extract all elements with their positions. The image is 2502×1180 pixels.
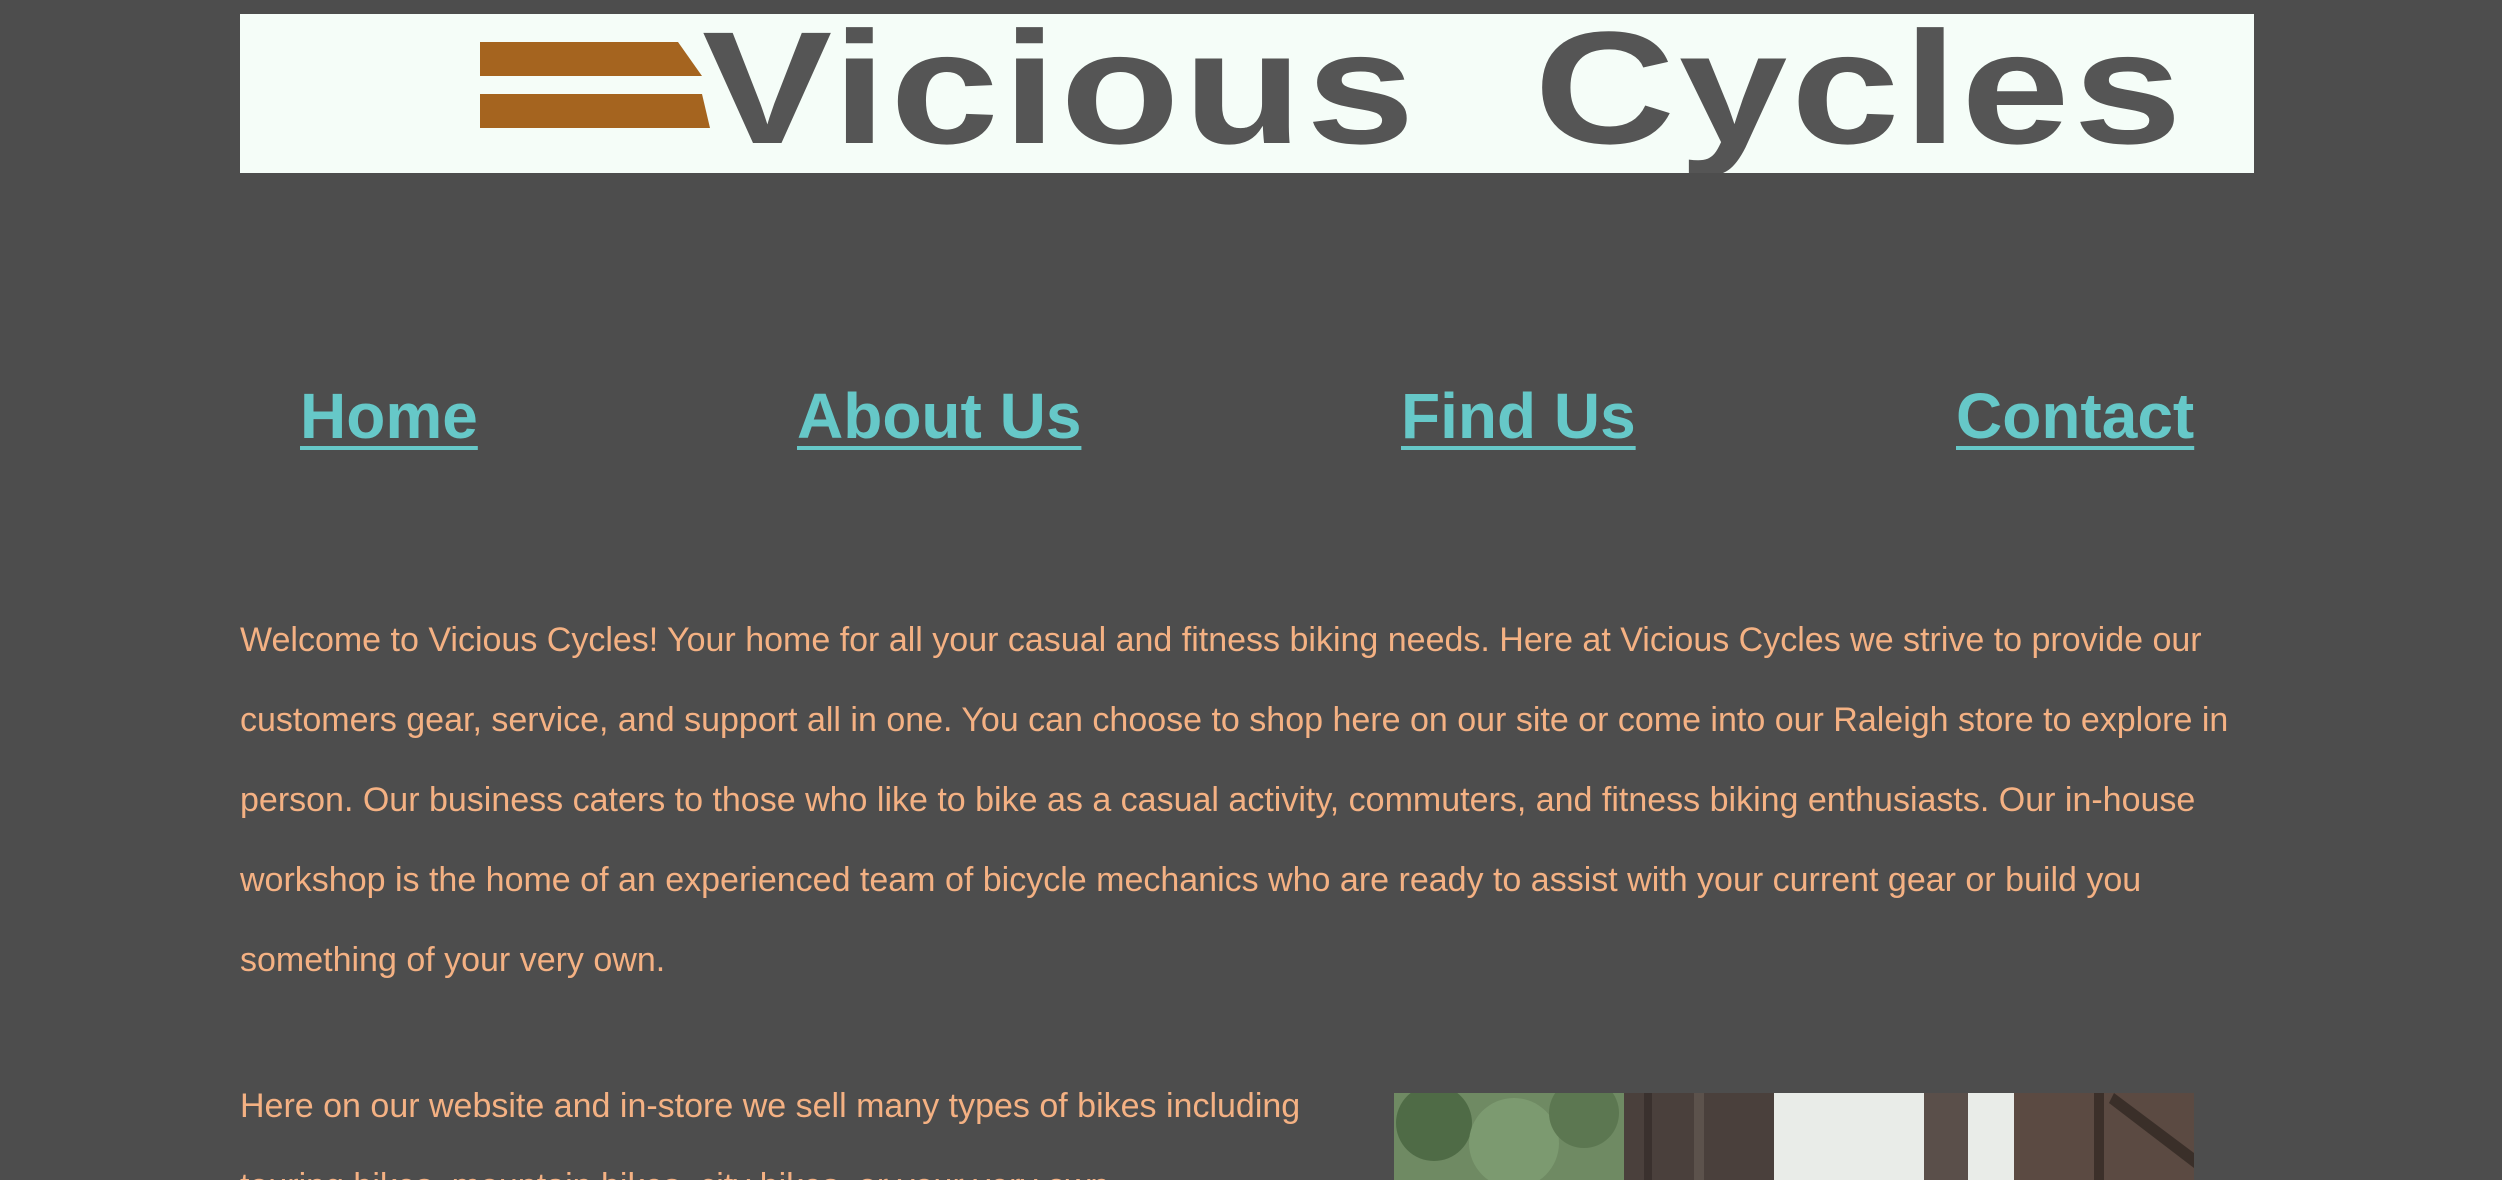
header-banner: Vicious Cycles	[240, 14, 2254, 173]
nav-link-about-us[interactable]: About Us	[797, 378, 1081, 454]
intro-paragraph: Welcome to Vicious Cycles! Your home for…	[240, 621, 2229, 979]
main-content: Welcome to Vicious Cycles! Your home for…	[240, 600, 2260, 1000]
nav-link-find-us[interactable]: Find Us	[1401, 378, 1636, 454]
bike-trail-photo	[1394, 1093, 2194, 1180]
bikes-paragraph: Here on our website and in-store we sell…	[240, 1087, 1301, 1180]
forest-image	[1394, 1093, 2194, 1180]
nav-link-contact[interactable]: Contact	[1956, 378, 2194, 454]
logo-stripes-icon	[480, 42, 710, 128]
page: Vicious Cycles Home About Us Find Us Con…	[0, 0, 2502, 1180]
logo-text: Vicious Cycles	[702, 14, 2186, 173]
nav-link-home[interactable]: Home	[300, 378, 478, 454]
